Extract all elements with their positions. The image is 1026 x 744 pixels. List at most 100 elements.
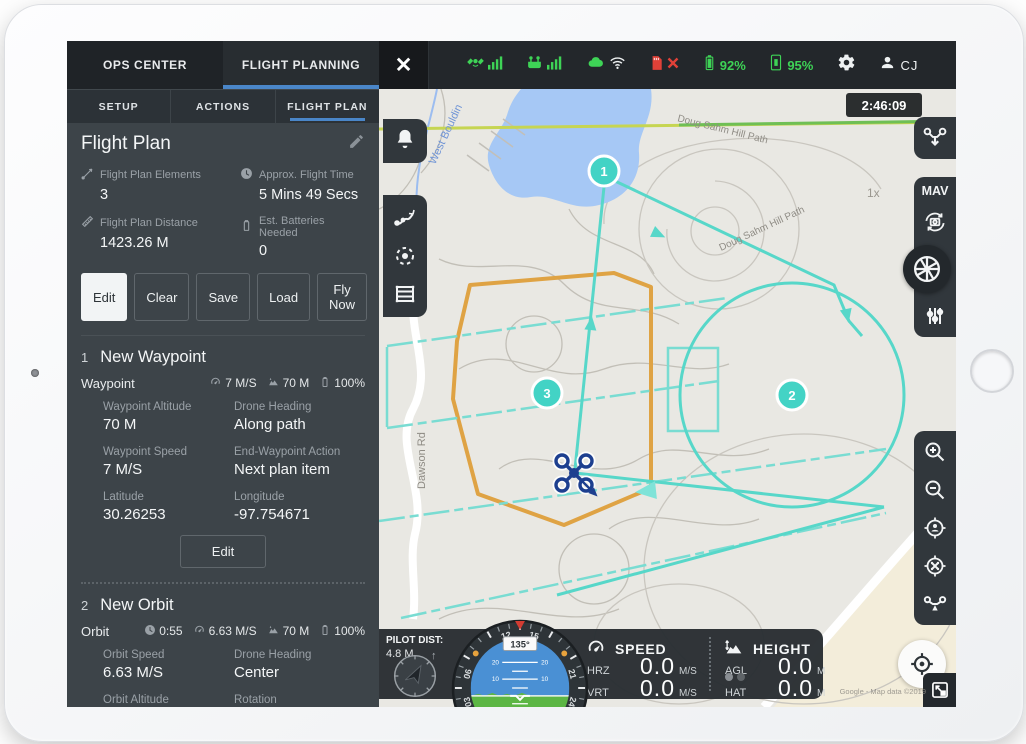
detail-waypoint-altitude: Waypoint Altitude70 M [103, 401, 234, 433]
element-type: Waypoint [81, 376, 135, 391]
mav-mode-label: MAV [922, 179, 949, 203]
waypoint-marker-3[interactable]: 3 [532, 378, 562, 408]
drone-map-mode-button[interactable] [914, 585, 956, 623]
svg-text:3: 3 [543, 386, 550, 401]
add-waypoint-path-button[interactable] [384, 199, 426, 237]
path-icon [81, 167, 94, 183]
subtab-actions[interactable]: ACTIONS [171, 90, 275, 123]
stat-flight-time: Approx. Flight Time 5 Mins 49 Secs [240, 167, 365, 203]
drone-battery: 92% [703, 54, 746, 76]
x-error-icon [667, 56, 679, 74]
detail-orbit-rotation: RotationClockwise [234, 694, 365, 707]
subtab-setup[interactable]: SETUP [67, 90, 171, 123]
battery-icon [703, 54, 716, 76]
save-button[interactable]: Save [196, 273, 250, 321]
heading-readout: 135° [510, 640, 530, 650]
pencil-icon[interactable] [348, 133, 365, 155]
detail-orbit-speed: Orbit Speed6.63 M/S [103, 649, 234, 681]
sub-tab-bar: SETUP ACTIONS FLIGHT PLAN [67, 89, 379, 123]
zoom-level-indicator: 1x [867, 186, 880, 200]
detail-waypoint-speed: Waypoint Speed7 M/S [103, 446, 234, 478]
gear-icon [837, 53, 856, 77]
altitude-icon [267, 375, 280, 391]
settings-gear[interactable] [837, 53, 856, 77]
shutter-button[interactable] [903, 245, 951, 293]
edit-waypoint-button[interactable]: Edit [180, 535, 266, 568]
street-label: Dawson Rd [416, 432, 428, 489]
element-index: 1 [81, 350, 88, 365]
add-orbit-button[interactable] [384, 237, 426, 275]
detail-latitude: Latitude30.26253 [103, 491, 234, 523]
ruler-icon [81, 215, 94, 231]
plan-actions: Edit Clear Save Load Fly Now [81, 273, 365, 336]
clear-button[interactable]: Clear [134, 273, 189, 321]
status-bar: ✕ 9 [379, 41, 956, 89]
telemetry-divider [709, 637, 711, 691]
close-button[interactable]: ✕ [379, 41, 429, 89]
plan-element-tools [383, 195, 427, 317]
flight-planning-panel: OPS CENTER FLIGHT PLANNING SETUP ACTIONS… [67, 41, 379, 707]
camera-controls-group: MAV [914, 177, 956, 337]
gps-signal [467, 54, 503, 76]
attitude-indicator: 12 15 06 21 03 24 [451, 619, 589, 707]
camera-settings-sliders-button[interactable] [914, 297, 956, 335]
map-svg: 1 2 3 West Bouldin Dawson Rd Doug Sahm H… [379, 89, 956, 707]
stat-elements: Flight Plan Elements 3 [81, 167, 240, 203]
svg-text:20: 20 [492, 659, 500, 666]
waypoint-marker-2[interactable]: 2 [777, 380, 807, 410]
satellite-icon [467, 54, 484, 76]
device-battery: 95% [769, 54, 813, 76]
drone-signal [526, 54, 562, 76]
detail-orbit-altitude: Orbit Altitude70 M [103, 694, 234, 707]
notifications-button[interactable] [383, 119, 427, 163]
home-button[interactable] [970, 349, 1014, 393]
drone-remote-icon [526, 54, 543, 76]
user-account[interactable]: CJ [879, 54, 918, 76]
stat-batteries: Est. Batteries Needed 0 [240, 215, 365, 259]
wifi-icon [609, 55, 626, 75]
svg-text:10: 10 [492, 676, 500, 683]
return-to-land-button[interactable] [914, 117, 956, 159]
load-button[interactable]: Load [257, 273, 310, 321]
map-view-toggle-button[interactable] [923, 673, 956, 707]
tab-flight-planning[interactable]: FLIGHT PLANNING [223, 41, 379, 89]
fly-now-button[interactable]: Fly Now [317, 273, 367, 321]
battery-icon [319, 624, 331, 639]
plan-element-orbit: 2 New Orbit Orbit 0:55 6.63 M/S 70 M 100… [81, 584, 365, 707]
edit-plan-button[interactable]: Edit [81, 273, 127, 321]
tablet-battery-icon [769, 54, 783, 76]
detail-orbit-heading: Drone HeadingCenter [234, 649, 365, 681]
tablet-camera [31, 369, 39, 377]
element-title: New Waypoint [100, 348, 206, 367]
top-tab-bar: OPS CENTER FLIGHT PLANNING [67, 41, 379, 89]
battery-icon [319, 376, 331, 391]
detail-drone-heading: Drone HeadingAlong path [234, 401, 365, 433]
panel-body: Flight Plan Flight Plan Elements 3 Appro… [67, 123, 379, 707]
bell-icon [394, 128, 416, 155]
zoom-in-button[interactable] [914, 433, 956, 471]
waypoint-marker-1[interactable]: 1 [589, 156, 619, 186]
center-on-drone-button[interactable] [914, 547, 956, 585]
svg-text:20: 20 [541, 659, 549, 666]
element-index: 2 [81, 598, 88, 613]
flight-timer: 2:46:09 [846, 93, 922, 117]
map-attribution: Google - Map data ©2019 [796, 687, 926, 696]
zoom-out-button[interactable] [914, 471, 956, 509]
stat-distance: Flight Plan Distance 1423.26 M [81, 215, 240, 259]
clock-icon [240, 167, 253, 183]
signal-bars-icon [488, 56, 503, 75]
element-title: New Orbit [100, 596, 173, 615]
cloud-wifi [586, 54, 626, 76]
signal-bars-icon [547, 56, 562, 75]
center-on-pilot-button[interactable] [914, 509, 956, 547]
camera-mode-toggle-button[interactable] [914, 203, 956, 241]
add-survey-button[interactable] [384, 275, 426, 313]
plan-stats: Flight Plan Elements 3 Approx. Flight Ti… [81, 167, 365, 259]
map-canvas[interactable]: 1 2 3 West Bouldin Dawson Rd Doug Sahm H… [379, 89, 956, 707]
tab-ops-center[interactable]: OPS CENTER [67, 41, 223, 89]
subtab-flight-plan[interactable]: FLIGHT PLAN [276, 90, 379, 123]
detail-longitude: Longitude-97.754671 [234, 491, 365, 523]
battery-icon [240, 219, 253, 235]
cloud-icon [586, 54, 605, 76]
app-screen: OPS CENTER FLIGHT PLANNING SETUP ACTIONS… [67, 41, 956, 707]
